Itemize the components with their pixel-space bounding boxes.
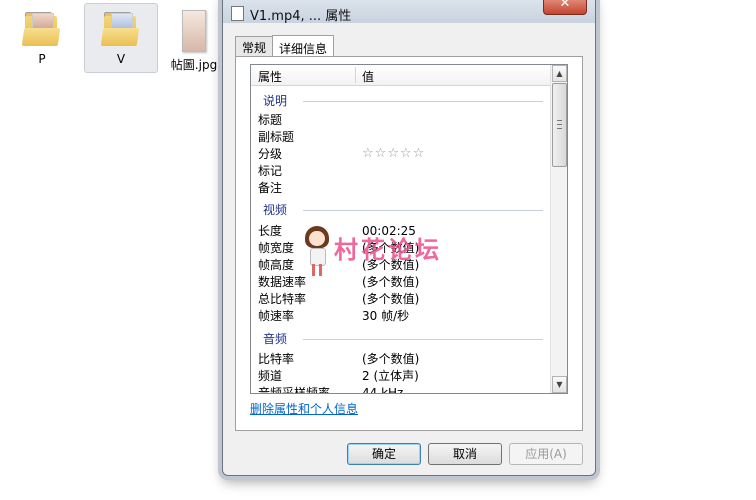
- ok-button[interactable]: 确定: [347, 443, 421, 465]
- property-name: 帧速率: [258, 309, 295, 323]
- star-icon[interactable]: ☆: [400, 146, 413, 161]
- close-button[interactable]: ✕: [543, 0, 587, 15]
- group-audio: 音频: [263, 331, 543, 347]
- property-value: (多个数值): [362, 292, 420, 306]
- title-bar[interactable]: V1.mp4, ... 属性 ✕: [223, 0, 595, 24]
- property-value: 2 (立体声): [362, 369, 419, 383]
- grip-icon: [557, 120, 562, 129]
- property-name: 长度: [258, 224, 283, 238]
- image-file-icon: [182, 10, 206, 52]
- scroll-down-icon[interactable]: ▼: [552, 376, 567, 393]
- property-name: 音频采样频率: [258, 386, 331, 394]
- property-name: 数据速率: [258, 275, 307, 289]
- property-name: 总比特率: [258, 292, 307, 306]
- property-value: 44 kHz: [362, 386, 404, 394]
- folder-p[interactable]: P: [6, 4, 78, 66]
- folder-icon: [21, 10, 61, 48]
- property-name: 分级: [258, 147, 283, 161]
- folder-v[interactable]: V: [84, 3, 158, 73]
- list-item[interactable]: 副标题: [258, 129, 294, 145]
- group-description: 说明: [263, 93, 543, 109]
- list-item[interactable]: 比特率 (多个数值): [258, 351, 419, 367]
- list-item[interactable]: 总比特率 (多个数值): [258, 291, 419, 307]
- scroll-thumb[interactable]: [552, 83, 567, 167]
- group-label: 视频: [263, 203, 288, 217]
- window-title: V1.mp4, ... 属性: [250, 9, 352, 24]
- property-name: 标题: [258, 113, 283, 127]
- property-name: 帧高度: [258, 258, 295, 272]
- list-item[interactable]: 帧高度 (多个数值): [258, 257, 419, 273]
- list-item[interactable]: 长度 00:02:25: [258, 223, 416, 239]
- star-icon[interactable]: ☆: [362, 146, 375, 161]
- watermark-text: 村花论坛: [334, 236, 442, 264]
- watermark: 村花论坛: [304, 226, 464, 278]
- property-value: (多个数值): [362, 352, 420, 366]
- property-name: 比特率: [258, 352, 295, 366]
- property-name: 备注: [258, 181, 283, 195]
- file-jpg[interactable]: 帖圖.jpg: [158, 4, 230, 73]
- star-icon[interactable]: ☆: [387, 146, 400, 161]
- column-value[interactable]: 值: [362, 68, 374, 85]
- remove-properties-link[interactable]: 删除属性和个人信息: [250, 400, 358, 417]
- property-name: 副标题: [258, 130, 295, 144]
- rating-stars[interactable]: ☆☆☆☆☆: [362, 146, 425, 162]
- cancel-button[interactable]: 取消: [428, 443, 502, 465]
- scroll-up-icon[interactable]: ▲: [552, 65, 567, 82]
- list-item[interactable]: 备注: [258, 180, 282, 196]
- property-name: 标记: [258, 164, 283, 178]
- vertical-scrollbar[interactable]: ▲ ▼: [550, 65, 567, 393]
- mascot-icon: [304, 226, 330, 276]
- star-icon[interactable]: ☆: [413, 146, 426, 161]
- list-item[interactable]: 分级 ☆☆☆☆☆: [258, 146, 424, 162]
- file-icon: [231, 6, 244, 21]
- star-icon[interactable]: ☆: [375, 146, 388, 161]
- group-video: 视频: [263, 202, 543, 218]
- list-item[interactable]: 帧宽度 (多个数值): [258, 240, 419, 256]
- list-item[interactable]: 频道 2 (立体声): [258, 368, 419, 384]
- folder-icon: [100, 10, 140, 48]
- group-label: 音频: [263, 332, 288, 346]
- property-value: 30 帧/秒: [362, 309, 410, 323]
- column-property[interactable]: 属性: [258, 68, 282, 85]
- list-item[interactable]: 帧速率 30 帧/秒: [258, 308, 409, 324]
- group-label: 说明: [263, 94, 288, 108]
- list-item[interactable]: 数据速率 (多个数值): [258, 274, 419, 290]
- property-name: 帧宽度: [258, 241, 295, 255]
- list-item[interactable]: 音频采样频率 44 kHz: [258, 385, 403, 394]
- property-name: 频道: [258, 369, 283, 383]
- folder-label: V: [116, 52, 126, 66]
- list-item[interactable]: 标题: [258, 112, 282, 128]
- list-item[interactable]: 标记: [258, 163, 282, 179]
- folder-label: P: [38, 52, 46, 66]
- tab-strip: 常规 详细信息: [235, 34, 335, 59]
- tab-general[interactable]: 常规: [235, 36, 274, 58]
- column-header: 属性 值: [251, 65, 551, 86]
- apply-button[interactable]: 应用(A): [509, 443, 583, 465]
- file-label: 帖圖.jpg: [170, 58, 218, 72]
